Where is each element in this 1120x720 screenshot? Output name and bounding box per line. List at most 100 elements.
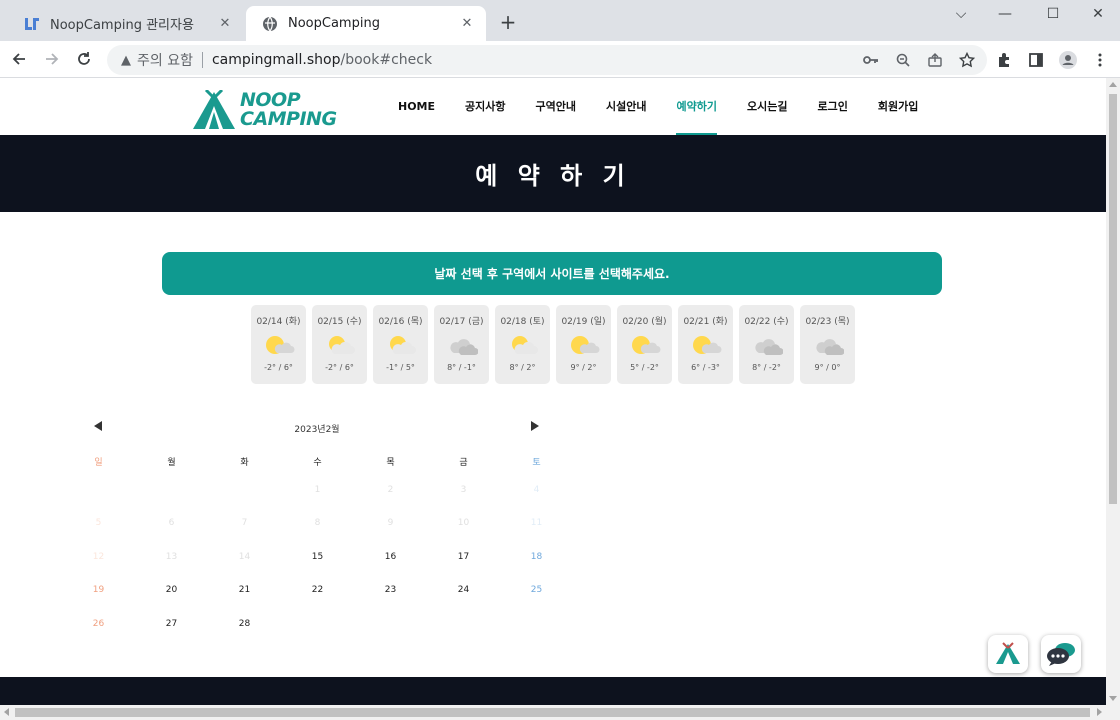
forecast-temperature: 5° / -2°	[630, 363, 659, 372]
calendar-day[interactable]: 16	[354, 552, 427, 562]
forecast-date: 02/18 (토)	[500, 317, 545, 327]
forecast-day-card: 02/21 (화) 6° / -3°	[678, 305, 733, 384]
calendar-day: 6	[168, 518, 175, 529]
forecast-date: 02/21 (화)	[683, 317, 728, 327]
forecast-day-card: 02/14 (화) -2° / 6°	[251, 305, 306, 384]
new-tab-icon[interactable]: +	[496, 10, 520, 34]
calendar-week-row: 26 27 28	[62, 607, 573, 641]
calendar-day[interactable]: 19	[62, 585, 135, 595]
kebab-menu-icon[interactable]	[1090, 50, 1110, 70]
scroll-left-icon[interactable]	[4, 708, 9, 716]
calendar-day[interactable]: 24	[427, 585, 500, 595]
extensions-puzzle-icon[interactable]	[994, 50, 1014, 70]
bookmark-star-icon[interactable]	[957, 50, 977, 70]
site-logo[interactable]: NOOP CAMPING	[192, 90, 337, 130]
back-arrow-icon[interactable]	[7, 47, 31, 71]
side-panel-icon[interactable]	[1026, 50, 1046, 70]
forecast-date: 02/23 (목)	[805, 317, 850, 327]
nav-item[interactable]: 시설안내	[606, 78, 646, 135]
profile-avatar-icon[interactable]	[1058, 50, 1078, 70]
globe-icon	[262, 16, 278, 32]
reload-icon[interactable]	[72, 47, 96, 71]
share-icon[interactable]	[925, 50, 945, 70]
chat-button[interactable]	[1041, 635, 1081, 673]
browser-tab-noopcamping[interactable]: NoopCamping ✕	[246, 6, 486, 41]
forecast-day-card: 02/19 (일) 9° / 2°	[556, 305, 611, 384]
key-icon[interactable]	[861, 50, 881, 70]
weekday-label: 월	[167, 457, 176, 468]
scroll-up-icon[interactable]	[1109, 82, 1117, 87]
calendar-week-row: 12 13 14 15 16 17 18	[62, 540, 573, 574]
calendar-day[interactable]: 27	[135, 619, 208, 629]
vertical-scrollbar[interactable]	[1106, 78, 1120, 705]
close-tab-icon[interactable]: ✕	[458, 16, 476, 31]
calendar-day[interactable]: 23	[354, 585, 427, 595]
partly-sunny-weather-icon	[568, 334, 600, 356]
cloudy-weather-icon	[751, 334, 783, 356]
nav-item[interactable]: 공지사항	[465, 78, 505, 135]
nav-item[interactable]: 예약하기	[676, 78, 718, 135]
nav-item[interactable]: 로그인	[817, 78, 847, 135]
partly-sunny-weather-icon	[324, 334, 356, 356]
forecast-temperature: 8° / 2°	[509, 363, 536, 372]
main-nav: HOME 공지사항 구역안내 시설안내 예약하기 오시는길 로그인 회원가입	[398, 78, 948, 135]
nav-item[interactable]: 구역안내	[536, 78, 576, 135]
nav-item[interactable]: 회원가입	[878, 78, 918, 135]
scroll-right-icon[interactable]	[1097, 708, 1102, 716]
forecast-date: 02/15 (수)	[317, 317, 362, 327]
partly-sunny-weather-icon	[263, 334, 295, 356]
address-bar[interactable]: ▲ 주의 요함 campingmall.shop/book#check	[107, 45, 987, 75]
horizontal-scrollbar[interactable]	[0, 705, 1120, 720]
calendar-day[interactable]: 15	[281, 552, 354, 562]
weekday-label: 수	[313, 457, 322, 468]
security-label[interactable]: 주의 요함	[137, 50, 193, 70]
browser-tab-admin[interactable]: NoopCamping 관리자용 ✕	[8, 6, 244, 41]
nav-item[interactable]: 오시는길	[747, 78, 787, 135]
calendar-day[interactable]: 18	[500, 552, 573, 562]
forecast-temperature: 9° / 2°	[570, 363, 597, 372]
maximize-icon[interactable]: ☐	[1038, 4, 1068, 24]
weekday-label: 화	[240, 457, 249, 468]
logo-line-2: CAMPING	[240, 108, 337, 130]
forecast-day-card: 02/15 (수) -2° / 6°	[312, 305, 367, 384]
notice-bar: 날짜 선택 후 구역에서 사이트를 선택해주세요.	[162, 252, 942, 295]
tab-title: NoopCamping	[288, 16, 380, 31]
horizontal-scroll-thumb[interactable]	[15, 708, 1090, 717]
close-tab-icon[interactable]: ✕	[216, 16, 234, 31]
calendar-day[interactable]: 26	[62, 619, 135, 629]
calendar-day[interactable]: 28	[208, 619, 281, 629]
calendar-day[interactable]: 22	[281, 585, 354, 595]
forecast-date: 02/22 (수)	[744, 317, 789, 327]
weekday-header-row: 일월화수목금토	[62, 449, 573, 473]
partly-sunny-weather-icon	[690, 334, 722, 356]
forecast-date: 02/17 (금)	[439, 317, 484, 327]
calendar-day: 9	[387, 518, 394, 529]
calendar-day: 7	[241, 518, 248, 529]
nav-item[interactable]: HOME	[398, 78, 435, 135]
camping-shortcut-button[interactable]	[988, 635, 1028, 673]
vertical-scroll-thumb[interactable]	[1109, 94, 1117, 504]
forecast-temperature: -2° / 6°	[264, 363, 293, 372]
scroll-down-icon[interactable]	[1109, 696, 1117, 701]
calendar-day[interactable]: 25	[500, 585, 573, 595]
calendar-day[interactable]: 21	[208, 585, 281, 595]
zoom-icon[interactable]	[893, 50, 913, 70]
minimize-icon[interactable]: —	[990, 4, 1020, 24]
calendar-day: 4	[533, 484, 540, 495]
cloudy-weather-icon	[812, 334, 844, 356]
calendar-day[interactable]: 20	[135, 585, 208, 595]
close-window-icon[interactable]: ✕	[1083, 4, 1113, 24]
warning-icon[interactable]: ▲	[121, 53, 131, 68]
page-viewport: NOOP CAMPING HOME 공지사항 구역안내 시설안내 예약하기 오시는길 로그인…	[0, 78, 1106, 705]
calendar-day: 1	[314, 484, 321, 495]
calendar-day[interactable]: 17	[427, 552, 500, 562]
tab-search-chevron-icon[interactable]: ⌵	[946, 4, 976, 24]
weekday-label: 금	[459, 457, 468, 468]
calendar-day: 10	[457, 518, 470, 529]
next-month-icon[interactable]	[531, 421, 539, 431]
calendar-week-row: 19 20 21 22 23 24 25	[62, 574, 573, 608]
weekday-label: 목	[386, 457, 395, 468]
forward-arrow-icon[interactable]	[40, 47, 64, 71]
weekday-label: 토	[532, 457, 541, 468]
forecast-day-card: 02/22 (수) 8° / -2°	[739, 305, 794, 384]
